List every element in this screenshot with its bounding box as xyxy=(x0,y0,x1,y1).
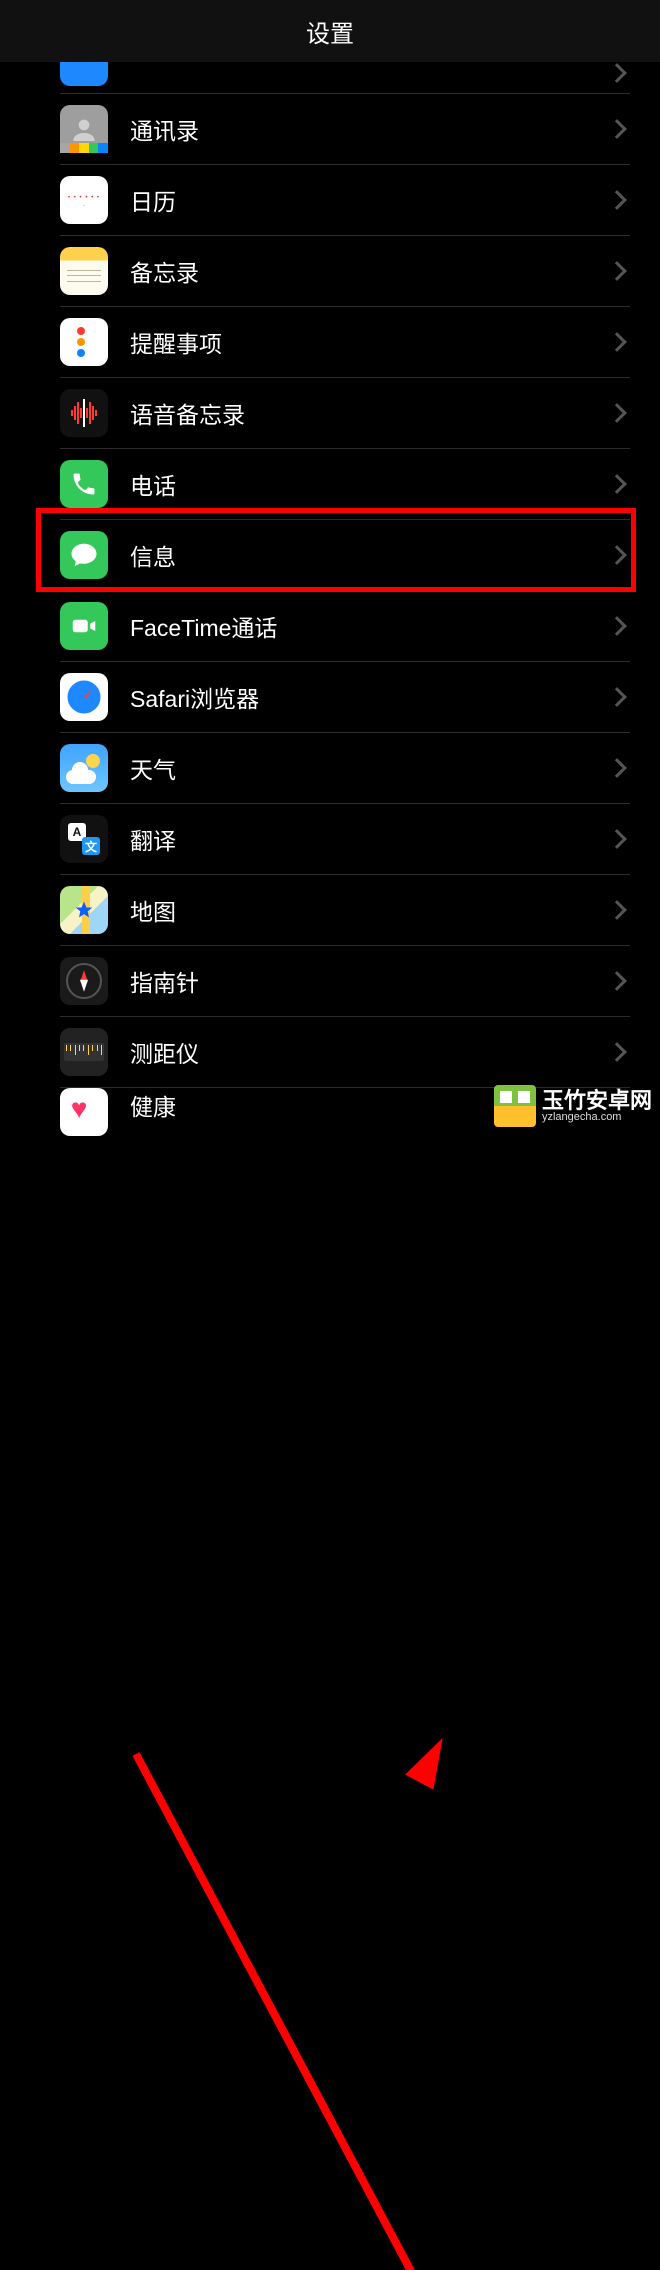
watermark: 玉竹安卓网 yzlangecha.com xyxy=(494,1085,652,1127)
chevron-right-icon xyxy=(607,403,627,423)
chevron-right-icon xyxy=(607,119,627,139)
page-title: 设置 xyxy=(306,14,354,49)
list-item-label: 电话 xyxy=(130,467,588,501)
list-item-label: 信息 xyxy=(130,538,588,572)
chevron-right-icon xyxy=(607,687,627,707)
list-item-label: 测距仪 xyxy=(130,1035,588,1069)
chevron-right-icon xyxy=(607,758,627,778)
chevron-right-icon xyxy=(607,190,627,210)
list-item-label: 备忘录 xyxy=(130,254,588,288)
list-item-label: 日历 xyxy=(130,183,588,217)
list-item-measure[interactable]: 测距仪 xyxy=(60,1017,630,1088)
list-item-label: 提醒事项 xyxy=(130,325,588,359)
notes-icon xyxy=(60,247,108,295)
watermark-url: yzlangecha.com xyxy=(542,1112,652,1123)
contacts-icon xyxy=(60,105,108,153)
chevron-right-icon xyxy=(607,616,627,636)
chevron-right-icon xyxy=(607,474,627,494)
list-item-label: FaceTime通话 xyxy=(130,609,588,643)
voicememos-icon xyxy=(60,389,108,437)
list-item-safari[interactable]: Safari浏览器 xyxy=(60,662,630,733)
page-header: 设置 xyxy=(0,0,660,62)
chevron-right-icon xyxy=(607,63,627,83)
chevron-right-icon xyxy=(607,971,627,991)
measure-icon xyxy=(60,1028,108,1076)
list-item-weather[interactable]: 天气 xyxy=(60,733,630,804)
watermark-logo-icon xyxy=(494,1085,536,1127)
safari-icon xyxy=(60,673,108,721)
watermark-title: 玉竹安卓网 xyxy=(542,1090,652,1112)
maps-icon xyxy=(60,886,108,934)
list-item-label: Safari浏览器 xyxy=(130,680,588,714)
list-item-label: 翻译 xyxy=(130,822,588,856)
health-icon: ♥ xyxy=(60,1088,108,1136)
list-item-compass[interactable]: 指南针 xyxy=(60,946,630,1017)
phone-icon xyxy=(60,460,108,508)
list-item-messages[interactable]: 信息 xyxy=(60,520,630,591)
chevron-right-icon xyxy=(607,261,627,281)
chevron-right-icon xyxy=(607,545,627,565)
list-item-reminders[interactable]: 提醒事项 xyxy=(60,307,630,378)
list-item-calendar[interactable]: • • • • • • · 日历 xyxy=(60,165,630,236)
reminders-icon xyxy=(60,318,108,366)
list-item-contacts[interactable]: 通讯录 xyxy=(60,94,630,165)
list-item-maps[interactable]: 地图 xyxy=(60,875,630,946)
calendar-icon: • • • • • • · xyxy=(60,176,108,224)
chevron-right-icon xyxy=(607,900,627,920)
list-item-facetime[interactable]: FaceTime通话 xyxy=(60,591,630,662)
list-item-label: 语音备忘录 xyxy=(130,396,588,430)
weather-icon xyxy=(60,744,108,792)
list-item-phone[interactable]: 电话 xyxy=(60,449,630,520)
list-item-label: 地图 xyxy=(130,893,588,927)
list-item-translate[interactable]: A文 翻译 xyxy=(60,804,630,875)
list-item-label: 天气 xyxy=(130,751,588,785)
chevron-right-icon xyxy=(607,829,627,849)
app-icon xyxy=(60,62,108,86)
list-item-notes[interactable]: 备忘录 xyxy=(60,236,630,307)
facetime-icon xyxy=(60,602,108,650)
list-item-voicememos[interactable]: 语音备忘录 xyxy=(60,378,630,449)
messages-icon xyxy=(60,531,108,579)
translate-icon: A文 xyxy=(60,815,108,863)
list-item-partial-top[interactable] xyxy=(60,62,630,94)
list-item-label: 指南针 xyxy=(130,964,588,998)
compass-icon xyxy=(60,957,108,1005)
chevron-right-icon xyxy=(607,332,627,352)
settings-list: 通讯录 • • • • • • · 日历 备忘录 提醒事项 xyxy=(0,62,660,1138)
list-item-label: 通讯录 xyxy=(130,112,588,146)
chevron-right-icon xyxy=(607,1042,627,1062)
